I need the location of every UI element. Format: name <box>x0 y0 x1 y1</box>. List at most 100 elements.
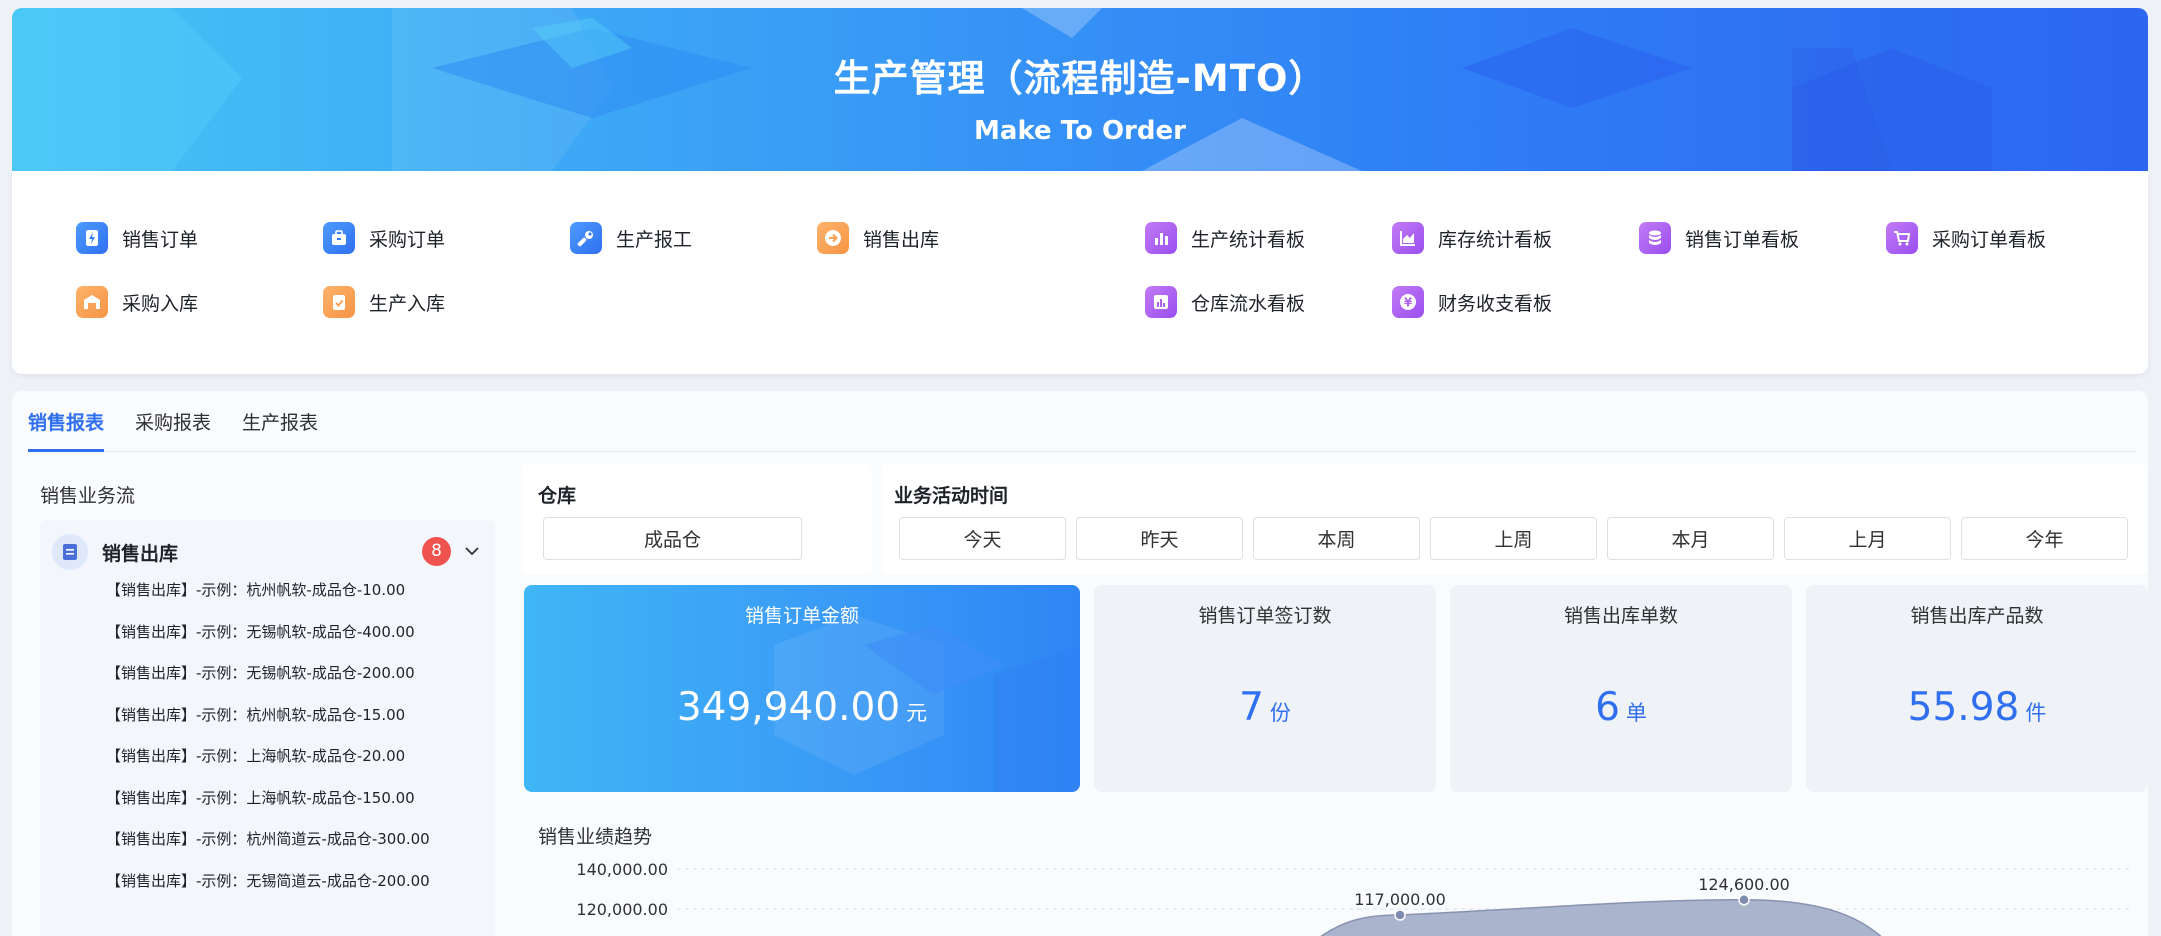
warehouse-icon <box>76 286 108 318</box>
tab-purchase-report[interactable]: 采购报表 <box>135 408 211 435</box>
kpi-value: 349,940.00 元 <box>524 685 1080 730</box>
shortcut-label: 采购订单 <box>369 228 446 251</box>
page-title: 生产管理（流程制造-MTO） <box>833 57 1327 100</box>
shortcut-finance-dashboard[interactable]: ¥ 财务收支看板 <box>1392 285 1552 319</box>
kpi-value: 6单 <box>1450 685 1792 730</box>
time-option-last-week[interactable]: 上周 <box>1430 517 1597 560</box>
flow-list: 销售出库 8 【销售出库】-示例：杭州帆软-成品仓-10.00 【销售出库】-示… <box>40 520 495 936</box>
time-option-this-year[interactable]: 今年 <box>1961 517 2128 560</box>
kpi-unit: 元 <box>906 701 928 725</box>
briefcase-icon <box>323 222 355 254</box>
shortcut-production-dashboard[interactable]: 生产统计看板 <box>1145 221 1305 255</box>
kpi-sales-order-amount: 销售订单金额 349,940.00 元 <box>524 585 1080 792</box>
shortcut-label: 财务收支看板 <box>1438 292 1553 315</box>
shortcut-purchase-order-dashboard[interactable]: 采购订单看板 <box>1886 221 2046 255</box>
kpi-value: 7份 <box>1094 685 1436 730</box>
count-badge: 8 <box>422 537 451 566</box>
time-option-this-month[interactable]: 本月 <box>1607 517 1774 560</box>
time-option-yesterday[interactable]: 昨天 <box>1076 517 1243 560</box>
y-tick-label: 120,000.00 <box>576 900 668 919</box>
time-option-last-month[interactable]: 上月 <box>1784 517 1951 560</box>
trend-chart: 140,000.00120,000.00100,000.00117,000.00… <box>576 860 2132 936</box>
shortcut-panel: 销售订单 采购订单 生产报工 销售出库 生产统计看板 库存统计看板 销售订单看板… <box>12 171 2148 374</box>
column-chart-icon <box>1145 286 1177 318</box>
flow-item[interactable]: 【销售出库】-示例：杭州帆软-成品仓-15.00 <box>106 704 405 725</box>
shortcut-sales-order[interactable]: 销售订单 <box>76 221 198 255</box>
shortcut-label: 生产入库 <box>369 292 446 315</box>
shortcut-label: 采购订单看板 <box>1932 228 2047 251</box>
time-filter-label: 业务活动时间 <box>894 485 1009 507</box>
kpi-title: 销售订单金额 <box>744 605 859 627</box>
document-icon <box>52 534 88 570</box>
database-icon <box>1639 222 1671 254</box>
wrench-icon <box>570 222 602 254</box>
kpi-number: 55.98 <box>1907 685 2020 730</box>
kpi-title: 销售出库单数 <box>1563 605 1678 627</box>
report-tabs: 销售报表 采购报表 生产报表 <box>28 391 2136 452</box>
time-option-today[interactable]: 今天 <box>899 517 1066 560</box>
shortcut-label: 销售订单 <box>122 228 199 251</box>
chevron-down-icon[interactable] <box>464 542 480 564</box>
flow-item[interactable]: 【销售出库】-示例：上海帆软-成品仓-150.00 <box>106 787 415 808</box>
flow-item[interactable]: 【销售出库】-示例：上海帆软-成品仓-20.00 <box>106 745 405 766</box>
shortcut-sales-outbound[interactable]: 销售出库 <box>817 221 939 255</box>
tab-sales-report[interactable]: 销售报表 <box>28 408 104 435</box>
kpi-outbound-count: 销售出库单数 6单 <box>1450 585 1792 792</box>
bolt-doc-icon <box>76 222 108 254</box>
svg-text:¥: ¥ <box>1404 296 1413 310</box>
shortcut-label: 库存统计看板 <box>1438 228 1553 251</box>
shortcut-purchase-order[interactable]: 采购订单 <box>323 221 445 255</box>
flow-item[interactable]: 【销售出库】-示例：杭州帆软-成品仓-10.00 <box>106 579 405 600</box>
area-chart-icon <box>1392 222 1424 254</box>
warehouse-option[interactable]: 成品仓 <box>543 517 802 560</box>
trend-chart-title: 销售业绩趋势 <box>538 826 653 848</box>
shortcut-production-report[interactable]: 生产报工 <box>570 221 692 255</box>
kpi-title: 销售订单签订数 <box>1198 605 1332 627</box>
kpi-unit: 单 <box>1625 701 1647 725</box>
kpi-value: 55.98 件 <box>1806 685 2148 730</box>
flow-item[interactable]: 【销售出库】-示例：无锡帆软-成品仓-400.00 <box>106 621 415 642</box>
warehouse-filter-label: 仓库 <box>538 485 577 507</box>
trend-point[interactable] <box>1394 909 1406 921</box>
shortcut-label: 仓库流水看板 <box>1191 292 1306 315</box>
y-tick-label: 140,000.00 <box>576 860 668 879</box>
flow-group-header[interactable]: 销售出库 8 <box>52 534 482 570</box>
page-banner: 生产管理（流程制造-MTO） Make To Order <box>12 8 2148 171</box>
data-label: 124,600.00 <box>1698 875 1790 894</box>
report-panel: 销售报表 采购报表 生产报表 销售业务流 销售出库 8 【销售出库】-示例：杭州… <box>12 391 2148 936</box>
shortcut-purchase-inbound[interactable]: 采购入库 <box>76 285 198 319</box>
kpi-number: 7 <box>1239 685 1264 730</box>
flow-item[interactable]: 【销售出库】-示例：无锡简道云-成品仓-200.00 <box>106 870 430 891</box>
clipboard-check-icon <box>323 286 355 318</box>
kpi-unit: 份 <box>1269 701 1291 725</box>
arrow-right-circle-icon <box>817 222 849 254</box>
kpi-number: 349,940.00 <box>676 685 901 730</box>
kpi-title: 销售出库产品数 <box>1910 605 2044 627</box>
flow-group-label: 销售出库 <box>102 542 179 565</box>
cart-icon <box>1886 222 1918 254</box>
kpi-sales-order-count: 销售订单签订数 7份 <box>1094 585 1436 792</box>
shortcut-label: 生产统计看板 <box>1191 228 1306 251</box>
flow-item[interactable]: 【销售出库】-示例：杭州简道云-成品仓-300.00 <box>106 828 430 849</box>
shortcut-label: 销售订单看板 <box>1685 228 1800 251</box>
shortcut-label: 采购入库 <box>122 292 199 315</box>
shortcut-production-inbound[interactable]: 生产入库 <box>323 285 445 319</box>
time-option-this-week[interactable]: 本周 <box>1253 517 1420 560</box>
trend-point[interactable] <box>1738 894 1750 906</box>
flow-item[interactable]: 【销售出库】-示例：无锡帆软-成品仓-200.00 <box>106 662 415 683</box>
flow-title: 销售业务流 <box>40 485 136 507</box>
shortcut-label: 销售出库 <box>863 228 940 251</box>
yen-icon: ¥ <box>1392 286 1424 318</box>
shortcut-inventory-dashboard[interactable]: 库存统计看板 <box>1392 221 1552 255</box>
shortcut-warehouse-flow-dashboard[interactable]: 仓库流水看板 <box>1145 285 1305 319</box>
bar-chart-icon <box>1145 222 1177 254</box>
shortcut-sales-order-dashboard[interactable]: 销售订单看板 <box>1639 221 1799 255</box>
page-subtitle: Make To Order <box>974 116 1186 146</box>
data-label: 117,000.00 <box>1354 890 1446 909</box>
kpi-number: 6 <box>1595 685 1620 730</box>
tab-production-report[interactable]: 生产报表 <box>242 408 318 435</box>
shortcut-label: 生产报工 <box>616 228 693 251</box>
active-tab-indicator <box>28 449 104 452</box>
kpi-unit: 件 <box>2025 701 2047 725</box>
kpi-outbound-product-count: 销售出库产品数 55.98 件 <box>1806 585 2148 792</box>
